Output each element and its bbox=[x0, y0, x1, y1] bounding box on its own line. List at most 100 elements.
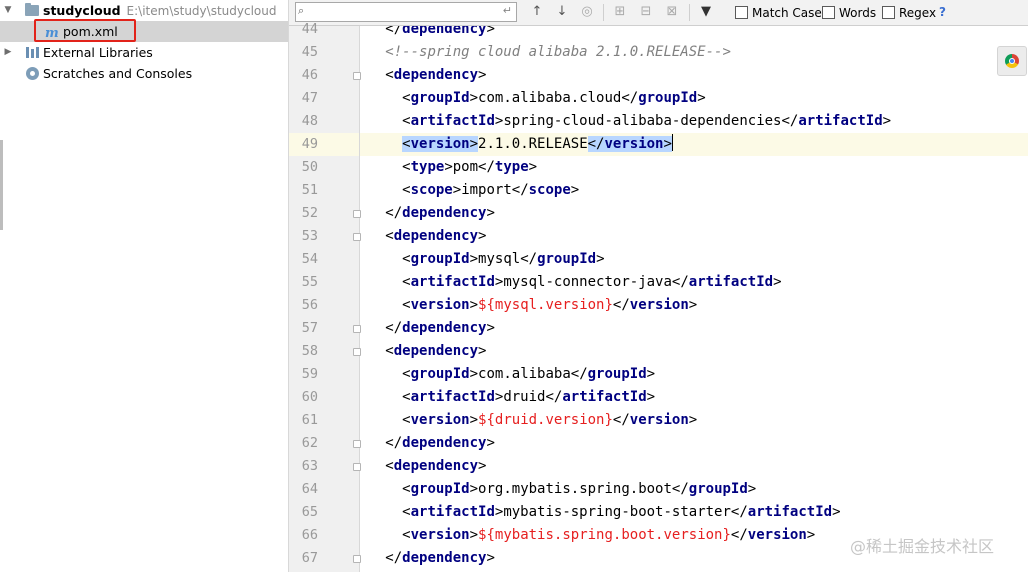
code-line-56[interactable]: <version>${mysql.version}</version> bbox=[360, 294, 1028, 317]
watermark: @稀土掘金技术社区 bbox=[850, 537, 995, 556]
words-checkbox[interactable]: Words bbox=[822, 5, 876, 21]
arrow-down-icon[interactable]: ↓ bbox=[553, 3, 571, 21]
xml-tag: dependency bbox=[402, 550, 487, 566]
xml-tag: groupId bbox=[410, 251, 470, 267]
xml-tag: artifactId bbox=[562, 389, 647, 405]
project-name: studycloud bbox=[43, 3, 121, 18]
tree-item-label: External Libraries bbox=[43, 45, 153, 60]
select-all-occurrences-icon[interactable]: ⊠ bbox=[663, 3, 681, 21]
code-line-55[interactable]: <artifactId>mysql-connector-java</artifa… bbox=[360, 271, 1028, 294]
add-occurrence-icon[interactable]: ⊞ bbox=[611, 3, 629, 21]
tree-item-studycloud[interactable]: ▼ studycloud E:\item\study\studycloud bbox=[0, 0, 288, 21]
checkbox-box[interactable] bbox=[882, 6, 895, 19]
open-in-chrome-button[interactable] bbox=[997, 46, 1027, 76]
chevron-down-icon[interactable]: ▼ bbox=[3, 0, 13, 21]
match-case-label: Match Case bbox=[752, 6, 822, 20]
xml-tag: version bbox=[629, 297, 689, 313]
xml-tag: artifactId bbox=[410, 504, 495, 520]
checkbox-box[interactable] bbox=[735, 6, 748, 19]
folder-icon bbox=[25, 3, 39, 16]
xml-tag: scope bbox=[410, 182, 453, 198]
line-number: 56 bbox=[301, 297, 318, 313]
match-case-checkbox[interactable]: Match Case bbox=[735, 5, 822, 21]
xml-tag: artifactId bbox=[410, 274, 495, 290]
line-number: 54 bbox=[301, 251, 318, 267]
scratches-icon bbox=[26, 67, 39, 80]
xml-tag: groupId bbox=[410, 90, 470, 106]
panel-resize-edge[interactable] bbox=[0, 140, 3, 230]
newline-icon[interactable]: ↵ bbox=[503, 4, 512, 17]
line-number: 45 bbox=[301, 44, 318, 60]
help-icon[interactable]: ? bbox=[939, 5, 946, 19]
line-number: 52 bbox=[301, 205, 318, 221]
line-number: 53 bbox=[301, 228, 318, 244]
xml-tag: groupId bbox=[410, 366, 470, 382]
xml-tag: groupId bbox=[688, 481, 748, 497]
xml-tag: version bbox=[410, 412, 470, 428]
chevron-right-icon[interactable]: ▶ bbox=[3, 42, 13, 63]
code-line-44[interactable]: </dependency> bbox=[360, 26, 1028, 41]
xml-text: mysql-connector-java bbox=[503, 274, 672, 290]
code-line-45[interactable]: <!--spring cloud alibaba 2.1.0.RELEASE--… bbox=[360, 41, 1028, 64]
line-number: 61 bbox=[301, 412, 318, 428]
project-tree-panel: ▼ studycloud E:\item\study\studycloud m p… bbox=[0, 0, 289, 572]
regex-checkbox[interactable]: Regex bbox=[882, 5, 936, 21]
line-number: 67 bbox=[301, 550, 318, 566]
code-line-51[interactable]: <scope>import</scope> bbox=[360, 179, 1028, 202]
xml-text: mybatis-spring-boot-starter bbox=[503, 504, 731, 520]
code-area[interactable]: </dependency> <!--spring cloud alibaba 2… bbox=[360, 26, 1028, 572]
code-line-50[interactable]: <type>pom</type> bbox=[360, 156, 1028, 179]
filter-icon[interactable]: ▼ bbox=[697, 3, 715, 21]
line-number: 60 bbox=[301, 389, 318, 405]
xml-tag: type bbox=[494, 159, 529, 175]
code-line-59[interactable]: <groupId>com.alibaba</groupId> bbox=[360, 363, 1028, 386]
annotation-highlight-box bbox=[34, 19, 136, 42]
xml-tag: type bbox=[410, 159, 445, 175]
xml-tag: groupId bbox=[410, 481, 470, 497]
line-number: 57 bbox=[301, 320, 318, 336]
chrome-icon bbox=[1005, 54, 1019, 68]
code-line-47[interactable]: <groupId>com.alibaba.cloud</groupId> bbox=[360, 87, 1028, 110]
code-line-60[interactable]: <artifactId>druid</artifactId> bbox=[360, 386, 1028, 409]
remove-occurrence-icon[interactable]: ⊟ bbox=[637, 3, 655, 21]
code-line-62[interactable]: </dependency> bbox=[360, 432, 1028, 455]
code-line-53[interactable]: <dependency> bbox=[360, 225, 1028, 248]
code-line-64[interactable]: <groupId>org.mybatis.spring.boot</groupI… bbox=[360, 478, 1028, 501]
library-icon bbox=[26, 47, 40, 58]
project-path: E:\item\study\studycloud bbox=[126, 4, 277, 18]
arrow-up-icon[interactable]: ↑ bbox=[528, 3, 546, 21]
line-number: 50 bbox=[301, 159, 318, 175]
search-icon[interactable]: ⌕ bbox=[298, 4, 304, 18]
code-line-63[interactable]: <dependency> bbox=[360, 455, 1028, 478]
tree-item-external-libraries[interactable]: ▶ External Libraries bbox=[0, 42, 288, 63]
xml-tag: version bbox=[747, 527, 807, 543]
xml-tag: groupId bbox=[537, 251, 597, 267]
maven-property: ${mybatis.spring.boot.version} bbox=[478, 527, 731, 543]
xml-text: com.alibaba.cloud bbox=[478, 90, 622, 106]
tree-item-scratches[interactable]: Scratches and Consoles bbox=[0, 63, 288, 84]
maven-property: ${druid.version} bbox=[478, 412, 613, 428]
find-all-icon[interactable]: ◎ bbox=[578, 3, 596, 21]
code-lines[interactable]: </dependency> <!--spring cloud alibaba 2… bbox=[360, 26, 1028, 572]
code-line-61[interactable]: <version>${druid.version}</version> bbox=[360, 409, 1028, 432]
code-line-49[interactable]: <version>2.1.0.RELEASE</version> bbox=[360, 133, 1028, 156]
line-number: 46 bbox=[301, 67, 318, 83]
xml-text: spring-cloud-alibaba-dependencies bbox=[503, 113, 782, 129]
code-line-57[interactable]: </dependency> bbox=[360, 317, 1028, 340]
xml-tag: dependency bbox=[402, 205, 487, 221]
xml-tag: artifactId bbox=[798, 113, 883, 129]
line-number: 49 bbox=[301, 136, 318, 152]
xml-comment: <!--spring cloud alibaba 2.1.0.RELEASE--… bbox=[385, 44, 731, 60]
toolbar-separator bbox=[689, 4, 690, 21]
line-number: 62 bbox=[301, 435, 318, 451]
find-toolbar: ⌕ ↵ ↑ ↓ ◎ ⊞ ⊟ ⊠ ▼ Match Case Words Regex… bbox=[289, 0, 1028, 26]
code-line-46[interactable]: <dependency> bbox=[360, 64, 1028, 87]
code-line-58[interactable]: <dependency> bbox=[360, 340, 1028, 363]
code-line-52[interactable]: </dependency> bbox=[360, 202, 1028, 225]
xml-tag: dependency bbox=[393, 343, 479, 359]
code-line-65[interactable]: <artifactId>mybatis-spring-boot-starter<… bbox=[360, 501, 1028, 524]
xml-tag: dependency bbox=[393, 67, 479, 83]
code-line-54[interactable]: <groupId>mysql</groupId> bbox=[360, 248, 1028, 271]
checkbox-box[interactable] bbox=[822, 6, 835, 19]
code-line-48[interactable]: <artifactId>spring-cloud-alibaba-depende… bbox=[360, 110, 1028, 133]
